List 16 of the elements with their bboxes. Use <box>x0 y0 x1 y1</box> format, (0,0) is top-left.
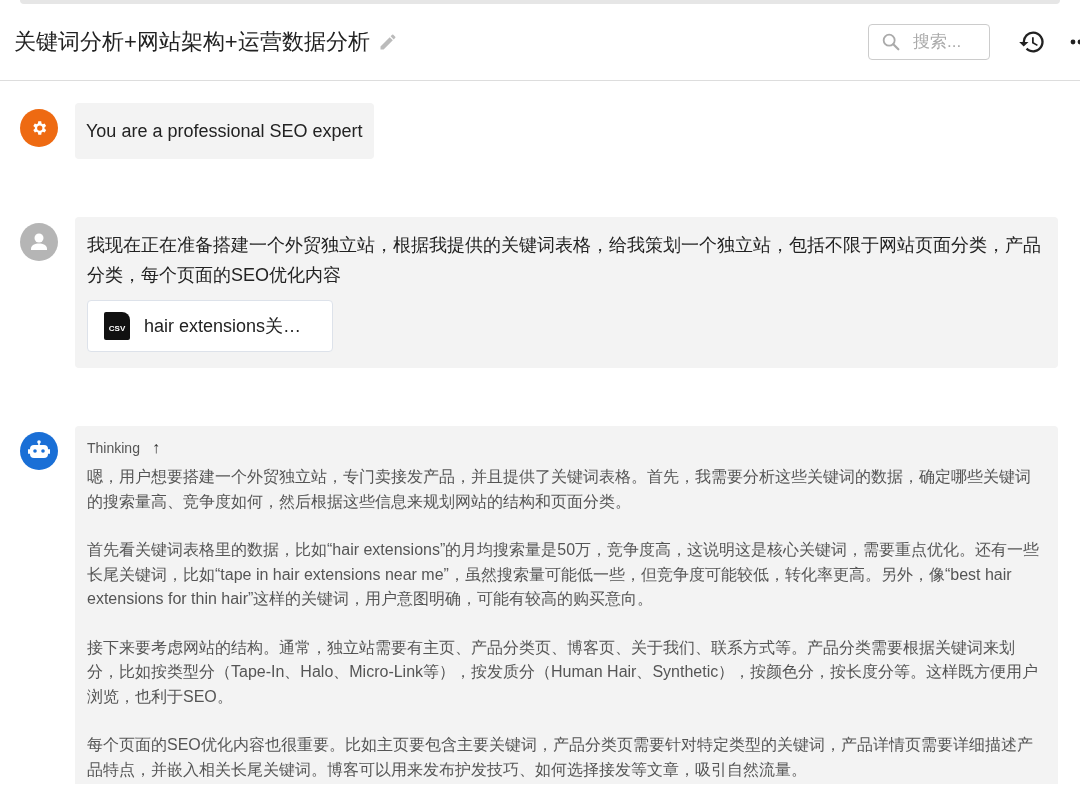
thinking-paragraph: 接下来要考虑网站的结构。通常，独立站需要有主页、产品分类页、博客页、关于我们、联系方式等。产品分类需要根据关键词来划分，比如按类型分（Tape-In、Halo、Micro-Link等），按发质分（Human Hair、Synthetic），按颜色分，按长度分等。这样既方便用户浏览，也利于SEO。 <box>87 637 1040 707</box>
thinking-paragraph: 首先看关键词表格里的数据，比如“hair extensions”的月均搜索量是50万，竞争度高，这说明这是核心关键词，需要重点优化。还有一些长尾关键词，比如“tape in hair extensions near me”，虽然搜索量可能低一些，但竞争度可能较低，转化率更高。另外，像“best hair extensions for thin hair”这样的关键词，用户意图明确，可能有较高的购买意向。 <box>87 540 1041 609</box>
thinking-paragraph: 嗯，用户想要搭建一个外贸独立站，专门卖接发产品，并且提供了关键词表格。首先，我需要分析这些关键词的数据，确定哪些关键词的搜索量高、竞争度如何，然后根据这些信息来规划网站的结构和页面分类。 <box>87 467 1032 512</box>
file-attachment[interactable]: CSV hair extensions关… <box>87 300 333 352</box>
collapse-toggle[interactable]: ↑ <box>147 439 164 457</box>
thinking-label: Thinking <box>87 440 140 456</box>
csv-file-icon: CSV <box>104 312 130 340</box>
user-avatar-icon <box>20 223 58 261</box>
thinking-paragraph: 每个页面的SEO优化内容也很重要。比如主页要包含主要关键词，产品分类页需要针对特定类型的关键词，产品详情页需要详细描述产品特点，并嵌入相关长尾关键词。博客可以用来发布护发技巧、如何选择接发等文章，吸引自然流量。 <box>87 735 1034 780</box>
search-icon <box>880 31 902 53</box>
robot-avatar-icon <box>20 432 58 470</box>
search-field[interactable]: 搜索... <box>868 24 990 60</box>
gear-avatar-icon <box>20 109 58 147</box>
chat-title: 关键词分析+网站架构+运营数据分析 <box>14 28 370 56</box>
message-text: 我现在正在准备搭建一个外贸独立站，根据我提供的关键词表格，给我策划一个独立站，包括不限于网站页面分类，产品分类，每个页面的SEO优化内容 <box>87 234 1042 287</box>
message-text: You are a professional SEO expert <box>86 120 363 143</box>
